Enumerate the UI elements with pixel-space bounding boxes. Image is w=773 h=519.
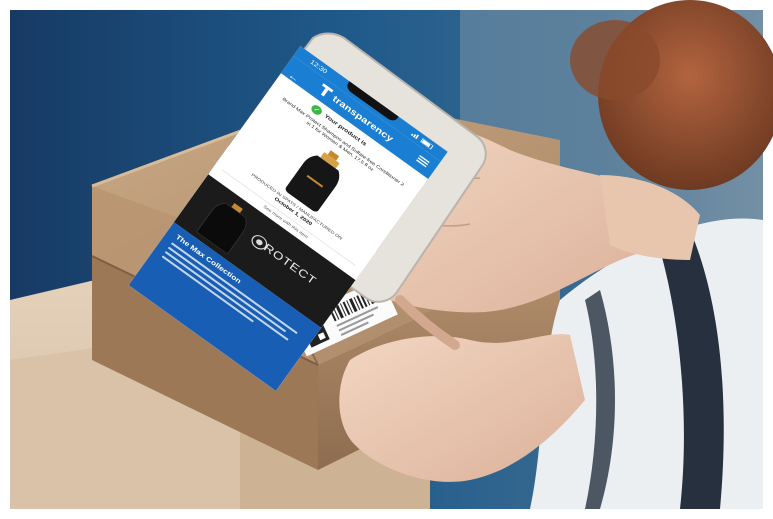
back-arrow-icon[interactable]: ←	[286, 69, 303, 86]
photo: 12:30 ← transparency ✓ Your product is B…	[0, 0, 773, 519]
menu-icon[interactable]	[415, 154, 430, 169]
transparency-logo-icon	[320, 83, 334, 97]
scene-illustration	[10, 0, 773, 509]
check-icon: ✓	[309, 103, 324, 117]
promo-text: ROTECT	[261, 241, 319, 288]
